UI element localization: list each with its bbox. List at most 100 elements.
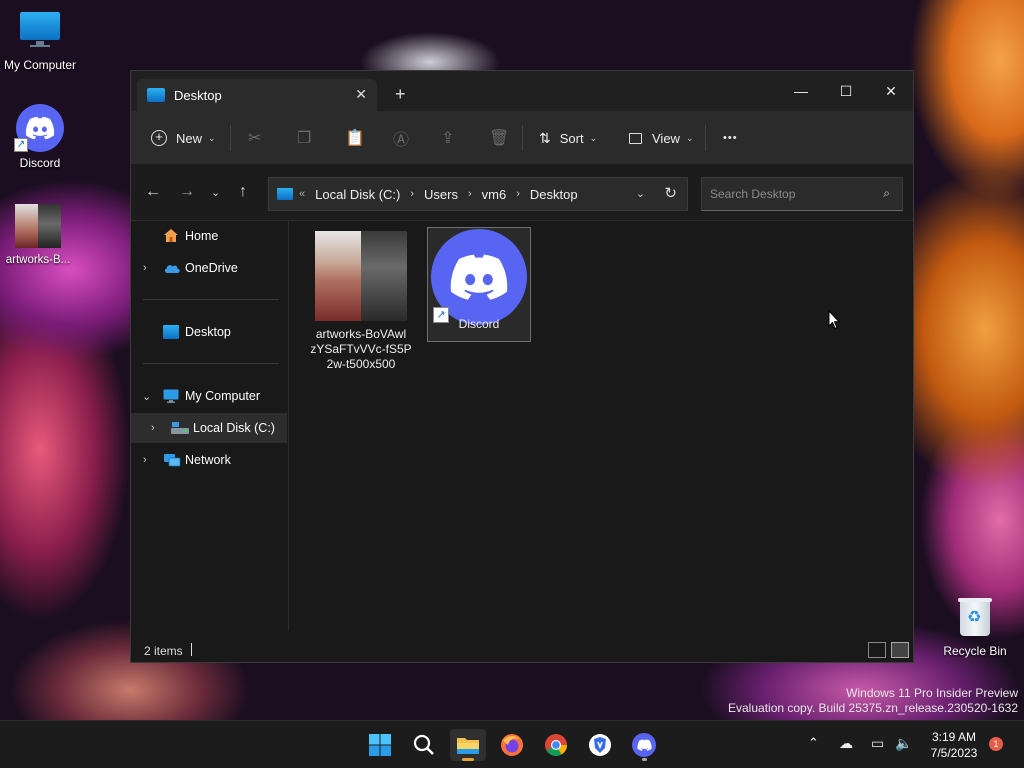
view-icon — [629, 132, 642, 144]
chevron-down-icon[interactable]: ⌄ — [142, 390, 151, 403]
file-item-artworks[interactable]: artworks-BoVAwl zYSaFTvVVc-fS5P 2w-t500x… — [309, 229, 413, 371]
taskbar-chrome[interactable] — [538, 729, 574, 761]
copy-icon[interactable]: ❐ — [297, 126, 311, 150]
rename-icon[interactable]: Ⓐ — [393, 126, 409, 150]
tab-title: Desktop — [174, 87, 222, 103]
details-view-icon[interactable] — [868, 642, 886, 658]
desktop-icon-recycle-bin[interactable]: ♻ Recycle Bin — [935, 596, 1015, 658]
monitor-icon — [163, 389, 179, 403]
desktop-folder-icon — [163, 325, 179, 339]
large-icons-view-icon[interactable] — [891, 642, 909, 658]
nav-item-label: Desktop — [185, 325, 231, 339]
file-name-line: zYSaFTvVVc-fS5P — [310, 342, 412, 356]
overflow-icon[interactable]: « — [299, 188, 305, 200]
tab-desktop[interactable]: Desktop ✕ — [137, 79, 377, 111]
nav-item-onedrive[interactable]: › OneDrive — [131, 253, 287, 283]
breadcrumb-desktop[interactable]: Desktop — [530, 187, 578, 202]
onedrive-offline-icon[interactable]: ☁ — [839, 735, 853, 752]
chevron-right-icon[interactable]: › — [468, 188, 472, 200]
divider — [230, 125, 231, 151]
cut-icon[interactable]: ✂ — [248, 126, 261, 150]
chevron-right-icon[interactable]: › — [143, 454, 147, 466]
search-icon: ⌕ — [883, 186, 890, 200]
divider — [705, 125, 706, 151]
nav-item-desktop[interactable]: Desktop — [131, 317, 287, 347]
desktop-icon-label: artworks-B... — [5, 254, 71, 266]
file-item-discord[interactable]: ↗ Discord — [427, 227, 531, 342]
taskbar-firefox[interactable] — [494, 729, 530, 761]
running-indicator — [642, 758, 647, 761]
maximize-button[interactable]: ☐ — [826, 77, 866, 105]
file-name: Discord — [458, 317, 500, 331]
nav-item-my-computer[interactable]: ⌄ My Computer — [131, 381, 287, 411]
home-icon — [163, 228, 179, 242]
navigation-pane: Home › OneDrive Desktop ⌄ My Computer › — [131, 221, 289, 631]
title-bar: Desktop ✕ + — ☐ ✕ — [131, 71, 913, 111]
chevron-right-icon[interactable]: › — [151, 422, 155, 434]
desktop-icon-discord[interactable]: ↗ Discord — [0, 104, 80, 170]
show-hidden-icons-chevron-up-icon[interactable]: ⌃ — [808, 735, 819, 751]
recycle-bin-icon: ♻ — [958, 596, 992, 636]
brave-icon — [589, 734, 611, 756]
search-input[interactable]: Search Desktop ⌕ — [701, 177, 903, 211]
sort-button[interactable]: ⇅ Sort ⌄ — [539, 126, 597, 150]
breadcrumb-vm6[interactable]: vm6 — [482, 187, 507, 202]
file-name-line: 2w-t500x500 — [326, 357, 396, 371]
taskbar-search-button[interactable] — [406, 729, 442, 761]
forward-arrow-icon[interactable]: → — [179, 183, 195, 201]
address-bar[interactable]: « Local Disk (C:) › Users › vm6 › Deskto… — [268, 177, 688, 211]
desktop-icon-label: My Computer — [3, 58, 77, 72]
view-button[interactable]: View ⌄ — [629, 126, 694, 150]
watermark-edition: Windows 11 Pro Insider Preview — [846, 686, 1018, 700]
taskbar-file-explorer[interactable] — [450, 729, 486, 761]
discord-icon: ↗ — [431, 229, 527, 325]
back-arrow-icon[interactable]: ← — [145, 183, 161, 201]
nav-item-home[interactable]: Home — [131, 221, 287, 251]
taskbar-discord[interactable] — [626, 729, 662, 761]
cloud-icon — [163, 262, 180, 276]
divider — [143, 363, 279, 364]
minimize-button[interactable]: — — [781, 77, 821, 105]
paste-icon[interactable]: 📋 — [345, 126, 365, 150]
desktop-icon-my-computer[interactable]: My Computer — [0, 10, 80, 72]
new-button[interactable]: + New ⌄ — [151, 126, 216, 150]
taskbar-brave[interactable] — [582, 729, 618, 761]
chrome-icon — [545, 734, 567, 756]
clock[interactable]: 3:19 AM 7/5/2023 — [922, 729, 986, 761]
nav-item-label: Local Disk (C:) — [193, 421, 275, 435]
search-placeholder: Search Desktop — [710, 187, 796, 201]
status-bar: 2 items — [131, 639, 913, 663]
address-history-chevron-down-icon[interactable]: ⌄ — [636, 187, 645, 200]
notification-badge[interactable]: 1 — [989, 737, 1003, 751]
sort-icon: ⇅ — [539, 129, 551, 146]
start-button[interactable] — [362, 729, 398, 761]
chevron-right-icon[interactable]: › — [143, 262, 147, 274]
recent-chevron-down-icon[interactable]: ⌄ — [211, 186, 220, 199]
close-button[interactable]: ✕ — [871, 77, 911, 105]
desktop-folder-icon — [147, 88, 165, 102]
chevron-right-icon[interactable]: › — [516, 188, 520, 200]
tab-close-button[interactable]: ✕ — [355, 86, 367, 103]
nav-item-local-disk[interactable]: › Local Disk (C:) — [131, 413, 287, 443]
nav-item-label: Home — [185, 229, 219, 243]
breadcrumb-local-disk[interactable]: Local Disk (C:) — [315, 187, 400, 202]
network-status-icon[interactable]: ▭ — [871, 735, 884, 752]
discord-icon: ↗ — [14, 104, 64, 152]
nav-item-network[interactable]: › Network — [131, 445, 287, 475]
chevron-down-icon: ⌄ — [208, 132, 216, 143]
volume-icon[interactable]: 🔈 — [895, 735, 912, 752]
refresh-icon[interactable]: ↻ — [664, 184, 677, 202]
up-arrow-icon[interactable]: ↑ — [239, 183, 247, 201]
clock-time: 3:19 AM — [931, 730, 977, 744]
more-options-button[interactable]: ••• — [723, 126, 738, 150]
nav-item-label: Network — [185, 453, 231, 467]
new-tab-button[interactable]: + — [395, 85, 406, 103]
desktop-icon-artwork[interactable]: artworks-B... — [0, 204, 78, 266]
breadcrumb-users[interactable]: Users — [424, 187, 458, 202]
delete-icon[interactable]: 🗑 — [489, 126, 509, 150]
discord-icon — [632, 733, 656, 757]
divider — [143, 299, 279, 300]
file-name-line: artworks-BoVAwl — [315, 327, 407, 341]
share-icon[interactable]: ⇪ — [441, 126, 454, 150]
chevron-right-icon[interactable]: › — [410, 188, 414, 200]
